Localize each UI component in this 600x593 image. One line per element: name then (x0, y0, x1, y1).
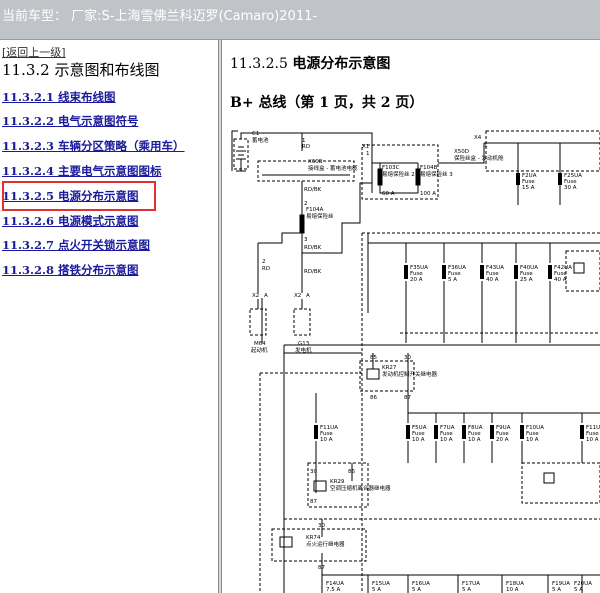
back-link[interactable]: [返回上一级] (2, 44, 66, 60)
starter-pin: A (264, 293, 268, 299)
fusible-link-name: 易熔保险丝 (306, 212, 334, 220)
row3-fuse-5-rating: 10 A (506, 587, 519, 593)
x1-pin: 1 (366, 151, 370, 157)
toc-link-schematic-symbols[interactable]: 11.3.2.2 电气示意图符号 (2, 113, 139, 129)
fusible-link-wire-1: RD/BK (304, 187, 322, 193)
row3-fuse-7-rating: 5 A (574, 587, 583, 593)
toc-link-ignition-lock[interactable]: 11.3.2.7 点火开关锁示意图 (2, 237, 150, 253)
row1-fuse-2-rating: 5 A (448, 277, 457, 283)
cable-block-name: 接线盒 - 蓄电池电缆 (308, 164, 358, 172)
mega-fuse-2-id: F104B (420, 165, 438, 171)
mega-fuse-1-desc: 易熔保险丝 2 (382, 170, 415, 178)
toc-link-power-mode[interactable]: 11.3.2.6 电源模式示意图 (2, 213, 139, 229)
cable-block-id: X60B (308, 159, 323, 165)
starter-wire: RD (262, 266, 270, 272)
section-title: 11.3.2 示意图和布线图 (2, 61, 160, 79)
page-subtitle: B+ 总线（第 1 页，共 2 页） (230, 95, 424, 111)
kr27-pin-85: 85 (370, 355, 377, 361)
row2-fuse-3-rating: 10 A (468, 437, 481, 443)
battery-wire: RD (302, 144, 310, 150)
power-distribution-schematic: C1 蓄电池 1 RD X60B 接线盒 - 蓄电池电缆 X1 1 F103C … (231, 130, 600, 593)
kr74-pin-87: 87 (318, 565, 325, 571)
row2-left-fuse-rating: 10 A (320, 437, 333, 443)
fusible-link-id: F104A (306, 207, 324, 213)
page-title-number: 11.3.2.5 (230, 56, 288, 72)
row3-fuse-4-rating: 5 A (462, 587, 471, 593)
generator-id: G13 (298, 341, 310, 347)
row1-fuse-1-rating: 20 A (410, 277, 423, 283)
row2-fuse-6-rating: 10 A (586, 437, 599, 443)
toc-link-ground-distribution[interactable]: 11.3.2.8 搭铁分布示意图 (2, 262, 139, 278)
top-fuse-1-rating: 15 A (522, 185, 535, 191)
window-header: 当前车型： 厂家:S-上海雪佛兰科迈罗(Camaro)2011- (0, 0, 600, 40)
kr29-id: KR29 (330, 479, 345, 485)
kr27-pin-30: 30 (404, 355, 411, 361)
toc-link-zone-strategy[interactable]: 11.3.2.3 车辆分区策略（乘用车） (2, 138, 185, 154)
kr29-name: 空调压缩机离合器继电器 (330, 484, 391, 492)
generator-pin: A (306, 293, 310, 299)
generator-conn: X2 (294, 293, 301, 299)
row2-fuse-4-rating: 20 A (496, 437, 509, 443)
battery-id: C1 (252, 131, 259, 137)
vehicle-model-title: 当前车型： 厂家:S-上海雪佛兰科迈罗(Camaro)2011- (2, 9, 318, 24)
mega-fuse-1-rating: 60 A (382, 191, 395, 197)
toc-link-harness-routing[interactable]: 11.3.2.1 线束布线图 (2, 89, 116, 105)
selection-highlight (2, 181, 156, 211)
navigation-pane: [返回上一级] 11.3.2 示意图和布线图 11.3.2.1 线束布线图 11… (0, 40, 218, 593)
kr74-name: 点火运行继电器 (306, 540, 345, 548)
x50d-name: 保险丝盒 - 发动机舱 (454, 154, 504, 162)
battery-name: 蓄电池 (252, 136, 269, 144)
x4-pin: 1 (484, 143, 488, 149)
row1-fuse-5-rating: 40 A (554, 277, 567, 283)
fusible-link-pin-3: 3 (304, 237, 308, 243)
fusible-link-pin-2: 2 (304, 201, 308, 207)
starter-wire-pin: 2 (262, 259, 266, 265)
kr27-id: KR27 (382, 365, 397, 371)
row1-fuse-4-rating: 25 A (520, 277, 533, 283)
fusible-link-wire-3: RD/BK (304, 269, 322, 275)
toc-link-schematic-icons[interactable]: 11.3.2.4 主要电气示意图图标 (2, 163, 162, 179)
row3-fuse-1-rating: 7.5 A (326, 587, 340, 593)
fusible-link-wire-2: RD/BK (304, 245, 322, 251)
x4-connector: X4 (474, 135, 482, 141)
starter-conn: X2 (252, 293, 259, 299)
row2-fuse-2-rating: 10 A (440, 437, 453, 443)
generator-name: 发电机 (295, 346, 312, 354)
x50d-id: X50D (454, 149, 469, 155)
row3-fuse-3-rating: 5 A (412, 587, 421, 593)
page-title-text: 电源分布示意图 (292, 56, 391, 72)
starter-name: 起动机 (251, 346, 268, 354)
row3-fuse-6-rating: 5 A (552, 587, 561, 593)
x1-connector: X1 (362, 144, 369, 150)
row3-fuse-2-rating: 5 A (372, 587, 381, 593)
kr27-pin-87: 87 (404, 395, 411, 401)
kr27-name: 发动机控制开关继电器 (382, 370, 438, 378)
kr74-pin-30: 30 (318, 523, 325, 529)
starter-id: M64 (254, 341, 266, 347)
kr29-pin-86: 86 (348, 469, 355, 475)
row2-fuse-5-rating: 10 A (526, 437, 539, 443)
kr27-pin-86: 86 (370, 395, 377, 401)
kr74-id: KR74 (306, 535, 321, 541)
page-title: 11.3.2.5 电源分布示意图 (230, 53, 390, 73)
kr29-pin-30: 30 (310, 469, 317, 475)
row2-fuse-1-rating: 10 A (412, 437, 425, 443)
kr29-pin-87: 87 (310, 499, 317, 505)
top-fuse-2-rating: 30 A (564, 185, 577, 191)
mega-fuse-2-desc: 易熔保险丝 3 (420, 170, 453, 178)
mega-fuse-1-id: F103C (382, 165, 400, 171)
row1-fuse-3-rating: 40 A (486, 277, 499, 283)
mega-fuse-2-rating: 100 A (420, 191, 436, 197)
content-pane: 11.3.2.5 电源分布示意图 B+ 总线（第 1 页，共 2 页） C1 蓄… (222, 40, 600, 593)
